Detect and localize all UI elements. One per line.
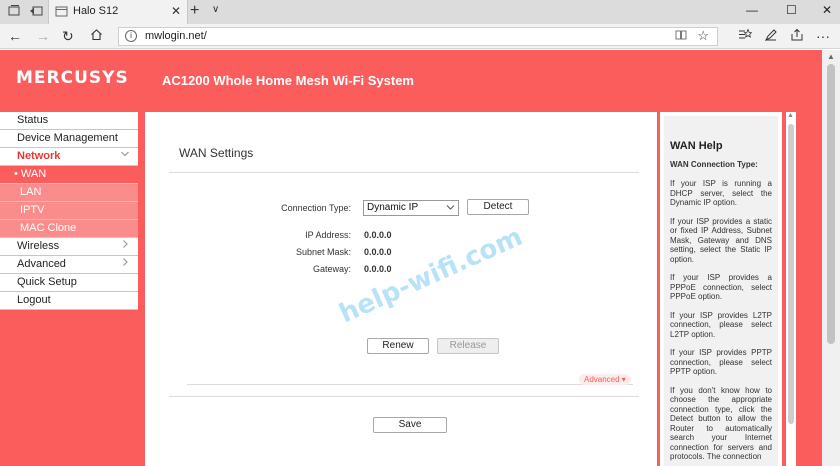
- gateway-value: 0.0.0.0: [364, 264, 392, 274]
- subnet-mask-label: Subnet Mask:: [295, 247, 351, 257]
- ip-address-value: 0.0.0.0: [364, 230, 392, 240]
- window-minimize-button[interactable]: —: [746, 3, 758, 17]
- chevron-down-icon: [120, 148, 130, 165]
- scroll-up-icon[interactable]: ▲: [787, 112, 794, 119]
- save-button[interactable]: Save: [373, 417, 447, 433]
- help-paragraph: If you don't know how to choose the appr…: [670, 385, 772, 462]
- advanced-toggle[interactable]: Advanced ▾: [579, 374, 631, 385]
- browser-tab-bar: Halo S12 ✕ + ∨ — ☐ ✕: [0, 0, 840, 24]
- wan-settings-panel: WAN Settings Connection Type: Dynamic IP…: [145, 112, 657, 466]
- close-tab-icon[interactable]: ✕: [171, 4, 181, 18]
- sidebar-item-network[interactable]: Network: [0, 148, 138, 166]
- sidebar-item-label: Device Management: [17, 132, 118, 144]
- divider: [169, 396, 639, 397]
- release-button[interactable]: Release: [437, 338, 499, 354]
- sidebar-item-label: Wireless: [17, 240, 60, 252]
- product-name: AC1200 Whole Home Mesh Wi-Fi System: [162, 73, 414, 88]
- browser-nav-bar: ← → ↻ i mwlogin.net/ ☆ ···: [0, 24, 840, 49]
- sidebar-subitem-label: • WAN: [14, 168, 47, 180]
- new-tab-button[interactable]: +: [190, 2, 199, 20]
- sidebar-subitem-wan[interactable]: • WAN: [0, 166, 138, 184]
- sidebar-item-logout[interactable]: Logout: [0, 292, 138, 310]
- sidebar-item-label: Quick Setup: [17, 276, 77, 288]
- url-text[interactable]: mwlogin.net/: [145, 30, 207, 42]
- favorite-star-icon[interactable]: ☆: [697, 28, 709, 44]
- help-scrollbar[interactable]: ▲: [786, 112, 796, 466]
- set-tabs-aside-icon[interactable]: [28, 4, 44, 20]
- detect-button[interactable]: Detect: [467, 199, 529, 215]
- subnet-mask-value: 0.0.0.0: [364, 247, 392, 257]
- share-icon[interactable]: [790, 28, 804, 45]
- help-panel: WAN Help WAN Connection Type: If your IS…: [660, 112, 782, 466]
- sidebar-item-advanced[interactable]: Advanced: [0, 256, 138, 274]
- browser-tab[interactable]: Halo S12 ✕: [48, 0, 188, 24]
- more-options-icon[interactable]: ···: [816, 28, 830, 44]
- help-content: WAN Help WAN Connection Type: If your IS…: [664, 116, 778, 466]
- sidebar-item-quick-setup[interactable]: Quick Setup: [0, 274, 138, 292]
- help-paragraph: If your ISP provides a static or fixed I…: [670, 216, 772, 264]
- connection-type-value: Dynamic IP: [367, 202, 419, 213]
- page-scroll-thumb[interactable]: [827, 64, 835, 344]
- sidebar-item-status[interactable]: Status: [0, 112, 138, 130]
- connection-type-label: Connection Type:: [281, 203, 351, 213]
- sidebar-item-label: Status: [17, 114, 49, 126]
- favorites-hub-icon[interactable]: [738, 28, 753, 45]
- page-favicon-icon: [55, 5, 68, 18]
- sidebar-item-label: Advanced: [17, 258, 66, 270]
- reading-view-icon[interactable]: [675, 29, 687, 44]
- tab-title: Halo S12: [73, 5, 119, 17]
- page-header: MERCUSYS AC1200 Whole Home Mesh Wi-Fi Sy…: [0, 50, 822, 112]
- refresh-icon[interactable]: ↻: [62, 28, 74, 44]
- sidebar-subitem-label: MAC Clone: [20, 222, 77, 234]
- site-info-icon[interactable]: i: [125, 30, 137, 42]
- sidebar-item-wireless[interactable]: Wireless: [0, 238, 138, 256]
- scroll-up-icon[interactable]: ▲: [827, 52, 835, 61]
- page-scrollbar[interactable]: ▲: [822, 50, 840, 466]
- sidebar-item-label: Logout: [17, 294, 51, 306]
- home-icon[interactable]: [90, 28, 103, 44]
- help-paragraph: If your ISP provides L2TP connection, pl…: [670, 310, 772, 339]
- sidebar-subitem-lan[interactable]: LAN: [0, 184, 138, 202]
- help-scroll-thumb[interactable]: [788, 124, 794, 424]
- forward-icon[interactable]: →: [36, 28, 50, 44]
- web-note-icon[interactable]: [764, 28, 778, 45]
- sidebar-item-device-management[interactable]: Device Management: [0, 130, 138, 148]
- help-title: WAN Help: [670, 140, 723, 152]
- sidebar-subitem-label: IPTV: [20, 204, 45, 216]
- brand-logo: MERCUSYS: [16, 68, 129, 88]
- page-viewport: MERCUSYS AC1200 Whole Home Mesh Wi-Fi Sy…: [0, 50, 822, 466]
- help-paragraph: If your ISP is running a DHCP server, se…: [670, 179, 772, 207]
- divider: [169, 172, 639, 173]
- chevron-right-icon: [120, 256, 130, 273]
- chevron-down-icon: [446, 203, 455, 214]
- ip-address-label: IP Address:: [305, 230, 351, 240]
- page-title: WAN Settings: [179, 146, 254, 160]
- sidebar-subitem-iptv[interactable]: IPTV: [0, 202, 138, 220]
- sidebar-subitem-mac-clone[interactable]: MAC Clone: [0, 220, 138, 238]
- window-close-button[interactable]: ✕: [822, 3, 832, 17]
- help-paragraph: If your ISP provides PPTP connection, pl…: [670, 348, 772, 376]
- window-maximize-button[interactable]: ☐: [786, 3, 797, 17]
- sidebar-subitem-label: LAN: [20, 186, 42, 198]
- tab-list-dropdown-icon[interactable]: ∨: [212, 4, 219, 15]
- sidebar-item-label: Network: [17, 150, 61, 162]
- gateway-label: Gateway:: [312, 264, 351, 274]
- sidebar-menu: Status Device Management Network • WAN L…: [0, 112, 138, 310]
- back-icon[interactable]: ←: [8, 28, 22, 44]
- address-bar[interactable]: i mwlogin.net/ ☆: [118, 27, 718, 46]
- tab-actions-icon[interactable]: [6, 4, 22, 20]
- renew-button[interactable]: Renew: [367, 338, 429, 354]
- help-paragraph: If your ISP provides a PPPoE connection,…: [670, 273, 772, 301]
- divider: [187, 384, 633, 385]
- help-subtitle: WAN Connection Type:: [670, 160, 758, 169]
- connection-type-select[interactable]: Dynamic IP: [363, 200, 459, 216]
- chevron-right-icon: [120, 238, 130, 255]
